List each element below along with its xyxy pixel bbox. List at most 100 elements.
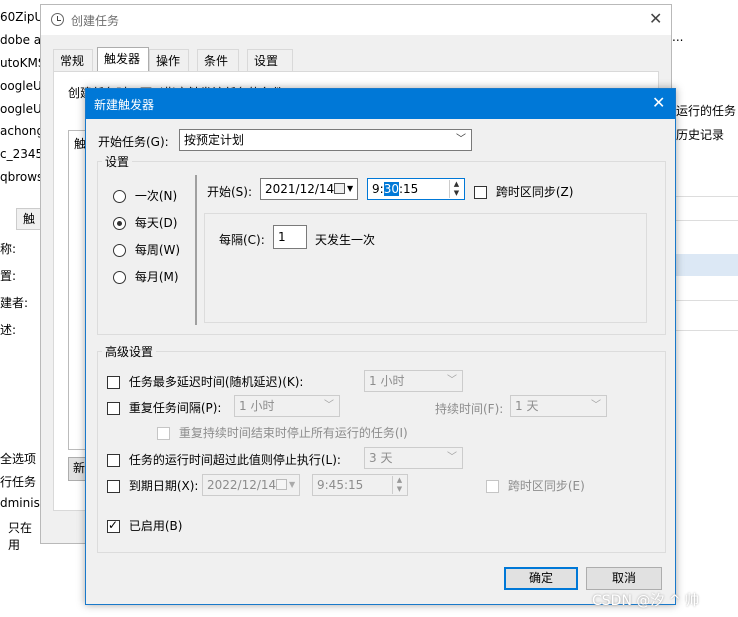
bg-left-details: 触 称: 置: 建者: 述: 全选项 行任务 dminist 只在用: [0, 200, 45, 617]
radio-label: 每月(M): [134, 270, 179, 284]
recurrence-panel: [204, 213, 647, 323]
checkbox[interactable]: [107, 454, 120, 467]
bg-label: 称:: [0, 242, 17, 256]
every-label: 每隔(C):: [219, 233, 265, 247]
cancel-button[interactable]: 取消: [586, 567, 662, 590]
radio-button[interactable]: [113, 271, 126, 284]
bg-list-item: qbrows: [0, 170, 44, 184]
calendar-icon[interactable]: [334, 183, 345, 194]
sync-timezone-checkbox[interactable]: 跨时区同步(Z): [474, 183, 573, 200]
radio-button[interactable]: [113, 217, 126, 230]
expire-date-picker[interactable]: 2022/12/14 ▼: [202, 474, 300, 496]
radio-button[interactable]: [113, 190, 126, 203]
radio-label: 每周(W): [134, 243, 181, 257]
start-time-hour: 9:: [372, 182, 384, 196]
expire-time-field[interactable]: 9:45:15 ▲ ▼: [312, 474, 408, 496]
tab-settings[interactable]: 设置: [247, 49, 293, 73]
stop-all-checkbox[interactable]: 重复持续时间结束时停止所有运行的任务(I): [157, 424, 408, 441]
tab-bar: 常规 触发器 操作 条件 设置: [53, 47, 293, 73]
stop-if-value: 3 天: [369, 451, 393, 465]
settings-divider: [195, 175, 197, 325]
every-days-input[interactable]: 1: [273, 225, 307, 249]
bg-label: 置:: [0, 269, 17, 283]
advanced-group-label: 高级设置: [102, 343, 157, 360]
chevron-down-icon: ﹀: [447, 375, 457, 386]
bg-list-item: 60ZipU: [0, 10, 44, 24]
time-spinner[interactable]: ▲ ▼: [392, 476, 406, 494]
expire-checkbox[interactable]: 到期日期(X):: [107, 477, 198, 494]
bg-dots: ...: [672, 30, 684, 44]
delay-select[interactable]: 1 小时 ﹀: [364, 370, 463, 392]
close-icon[interactable]: ✕: [649, 9, 662, 28]
expire-time-value: 9:45:15: [317, 478, 364, 492]
stop-if-label: 任务的运行时间超过此值则停止执行(L):: [128, 453, 341, 467]
radio-weekly[interactable]: 每周(W): [113, 241, 180, 258]
repeat-value: 1 小时: [239, 399, 275, 413]
bg-bottom-item: 行任务: [0, 475, 37, 489]
tab-conditions[interactable]: 条件: [197, 49, 239, 73]
expire-sync-label: 跨时区同步(E): [507, 479, 585, 493]
checkbox[interactable]: [157, 427, 170, 440]
start-time-field[interactable]: 9:30:15 ▲ ▼: [367, 178, 465, 200]
background-actions-panel: ... 运行的任务 历史记录: [672, 0, 738, 617]
window-title: 创建任务: [71, 14, 120, 28]
checkbox[interactable]: [107, 376, 120, 389]
stop-all-label: 重复持续时间结束时停止所有运行的任务(I): [178, 426, 408, 440]
checkbox[interactable]: [107, 480, 120, 493]
bg-action-item: 运行的任务: [676, 104, 737, 118]
start-date-value: 2021/12/14: [265, 182, 335, 196]
repeat-select[interactable]: 1 小时 ﹀: [234, 395, 340, 417]
chevron-down-icon[interactable]: ▼: [347, 179, 353, 199]
dialog-title: 新建触发器: [94, 98, 155, 112]
create-task-titlebar: 创建任务 ✕: [41, 5, 671, 35]
start-task-label: 开始任务(G):: [98, 135, 169, 149]
chevron-down-icon: ﹀: [447, 452, 457, 463]
tab-triggers[interactable]: 触发器: [97, 47, 149, 73]
chevron-down-icon: ﹀: [456, 134, 466, 145]
chevron-down-icon[interactable]: ▼: [289, 475, 295, 495]
start-task-select[interactable]: 按预定计划 ﹀: [179, 129, 472, 151]
stop-if-select[interactable]: 3 天 ﹀: [364, 447, 463, 469]
close-icon[interactable]: ✕: [652, 93, 665, 112]
start-task-value: 按预定计划: [184, 133, 245, 147]
ok-button[interactable]: 确定: [504, 567, 578, 590]
bg-detail-tab: 触: [16, 208, 42, 230]
radio-monthly[interactable]: 每月(M): [113, 268, 179, 285]
every-days-value: 1: [278, 230, 286, 244]
delay-value: 1 小时: [369, 374, 405, 388]
bg-divider: [672, 330, 738, 331]
bg-section-header: [672, 254, 738, 276]
expire-sync-checkbox[interactable]: 跨时区同步(E): [486, 477, 585, 494]
checkbox[interactable]: ✓: [107, 518, 120, 533]
checkbox[interactable]: [474, 186, 487, 199]
bg-bottom-item: dminist: [0, 496, 45, 510]
bg-list-item: oogleU: [0, 79, 42, 93]
repeat-label: 重复任务间隔(P):: [128, 401, 222, 415]
tab-general[interactable]: 常规: [53, 49, 93, 73]
start-date-picker[interactable]: 2021/12/14 ▼: [260, 178, 358, 200]
radio-button[interactable]: [113, 244, 126, 257]
stop-if-checkbox[interactable]: 任务的运行时间超过此值则停止执行(L):: [107, 451, 341, 468]
checkbox[interactable]: [107, 402, 120, 415]
every-unit-label: 天发生一次: [315, 233, 376, 247]
calendar-icon[interactable]: [276, 479, 287, 490]
repeat-checkbox[interactable]: 重复任务间隔(P):: [107, 399, 221, 416]
checkbox[interactable]: [486, 480, 499, 493]
radio-daily[interactable]: 每天(D): [113, 214, 177, 231]
enabled-checkbox[interactable]: ✓ 已启用(B): [107, 517, 182, 534]
bg-list-item: c_2345: [0, 147, 44, 161]
start-time-minute-selected: 30: [383, 182, 399, 196]
radio-label: 每天(D): [134, 216, 178, 230]
bg-list-item: oogleU: [0, 102, 42, 116]
radio-once[interactable]: 一次(N): [113, 187, 177, 204]
bg-list-item: utoKMS: [0, 56, 46, 70]
time-spinner[interactable]: ▲ ▼: [449, 180, 463, 198]
duration-label: 持续时间(F):: [435, 402, 504, 416]
chevron-down-icon: ﹀: [591, 400, 601, 411]
duration-select[interactable]: 1 天 ﹀: [510, 395, 607, 417]
delay-label: 任务最多延迟时间(随机延迟)(K):: [128, 375, 304, 389]
bg-label: 述:: [0, 323, 17, 337]
duration-value: 1 天: [515, 399, 539, 413]
delay-checkbox[interactable]: 任务最多延迟时间(随机延迟)(K):: [107, 373, 303, 390]
tab-actions[interactable]: 操作: [149, 49, 189, 73]
